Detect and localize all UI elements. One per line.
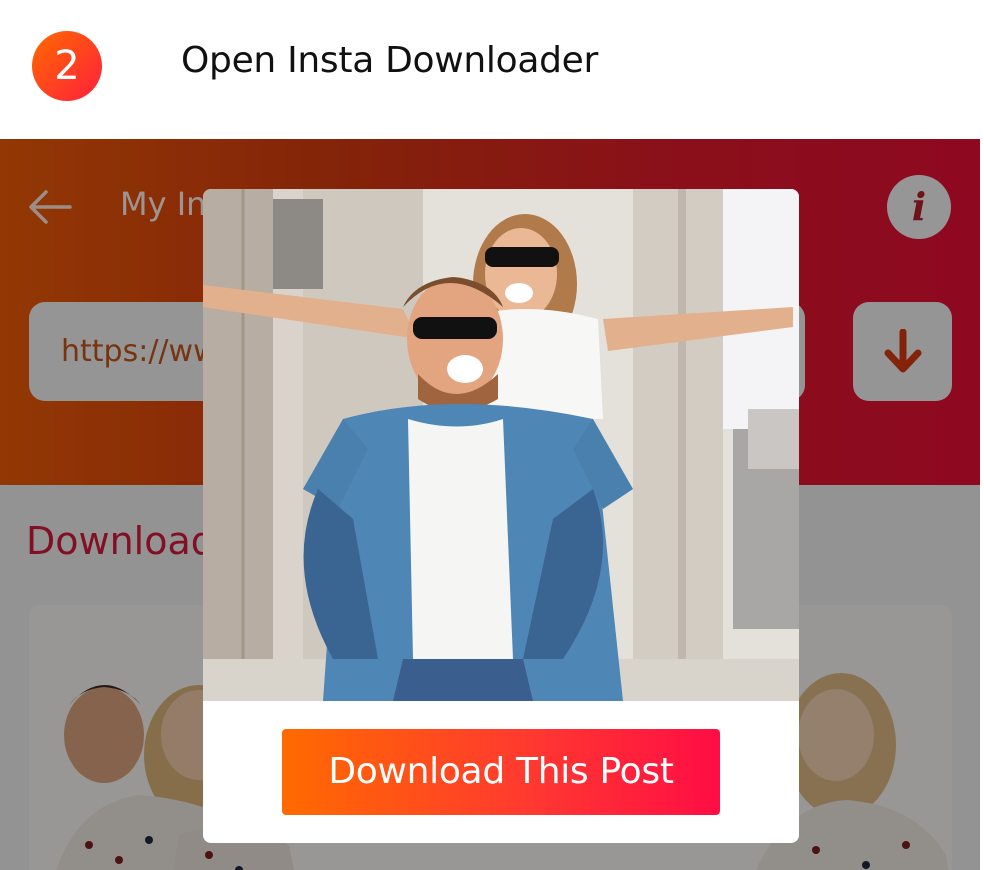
download-post-modal: Download This Post <box>203 189 799 843</box>
post-preview-image <box>203 189 799 701</box>
step-header: 2 Open Insta Downloader <box>0 0 984 139</box>
download-this-post-button[interactable]: Download This Post <box>282 729 720 815</box>
step-title: Open Insta Downloader <box>181 40 598 81</box>
step-number-badge: 2 <box>32 31 102 101</box>
